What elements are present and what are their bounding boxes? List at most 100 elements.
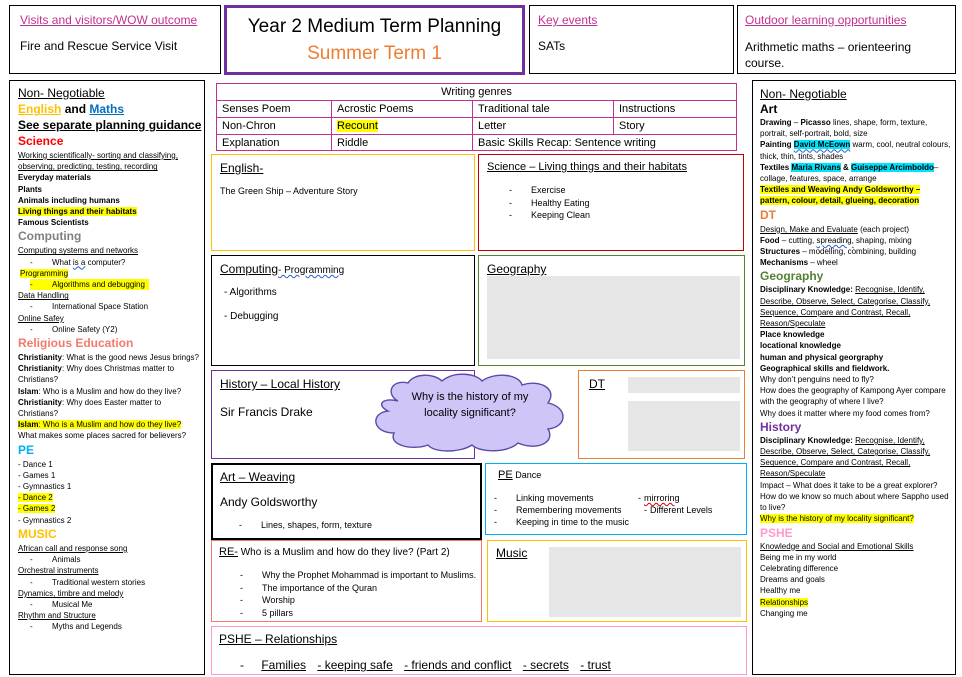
geography-box: Geography: [478, 255, 745, 366]
genre-cell: Non-Chron: [217, 118, 332, 135]
music-placeholder: [549, 547, 741, 617]
pe-item-highlight: - Dance 2: [18, 493, 53, 503]
re-box-item: - Why the Prophet Mohammad is important t…: [240, 570, 477, 580]
music-unit: Orchestral instruments: [18, 566, 99, 576]
pshe-list-item: Healthy me: [760, 586, 801, 596]
science-box-item: - Keeping Clean: [509, 210, 591, 220]
pshe-ks: Knowledge and Social and Emotional Skill…: [760, 541, 914, 551]
genre-cell: Senses Poem: [217, 101, 332, 118]
history-box-body: Sir Francis Drake: [220, 405, 313, 419]
genre-cell: Basic Skills Recap: Sentence writing: [478, 137, 656, 149]
music-sub: - Musical Me: [30, 599, 93, 609]
science-item: Everyday materials: [18, 173, 91, 183]
comp-online: Online Safey: [18, 313, 64, 323]
see-separate: See separate planning guidance: [18, 118, 202, 132]
geo-bold-item: human and physical georgraphy: [760, 352, 884, 362]
pe-box-title: PE Dance: [498, 469, 542, 481]
genre-cell: Acrostic Poems: [332, 101, 473, 118]
pshe-box-items: - Families - keeping safe - friends and …: [240, 658, 611, 672]
science-famous: Famous Scientists: [18, 218, 89, 228]
music-heading: MUSIC: [18, 526, 57, 541]
art-box-artist: Andy Goldsworthy: [220, 495, 318, 509]
art-weaving: Textiles and Weaving Andy Goldsworthy – …: [760, 185, 921, 206]
geography-placeholder: [487, 276, 740, 359]
right-non-negotiable: Non- Negotiable Art Drawing – Picasso li…: [752, 80, 956, 675]
outdoor-title: Outdoor learning opportunities: [745, 13, 907, 27]
page-title: Year 2 Medium Term Planning: [247, 16, 502, 37]
geo-disciplinary: Disciplinary Knowledge: Recognise, Ident…: [760, 285, 931, 329]
comp-systems: Computing systems and networks: [18, 246, 139, 256]
left-non-negotiable: Non- Negotiable English and Maths See se…: [9, 80, 205, 675]
computing-box: Computing- Programming - Algorithms - De…: [211, 255, 475, 366]
pe-box: PE Dance - Linking movements - mirroring -R…: [485, 463, 747, 535]
comp-what: - What is a computer?: [30, 257, 126, 267]
art-box-title: Art – Weaving: [220, 470, 296, 484]
key-events-body: SATs: [538, 39, 566, 53]
pshe-heading: PSHE: [760, 525, 793, 540]
pshe-list-item: Dreams and goals: [760, 575, 825, 585]
his-disciplinary: Disciplinary Knowledge: Recognise, Ident…: [760, 435, 931, 479]
science-box-item: - Exercise: [509, 185, 566, 195]
visitors-title: Visits and visitors/WOW outcome: [20, 13, 198, 27]
his-question: Impact – What does it take to be a great…: [760, 480, 938, 490]
science-heading: Science: [18, 134, 64, 148]
geo-bold-item: locational knowledge: [760, 341, 841, 351]
comp-algorithms: - Algorithms and debugging: [18, 279, 204, 291]
pshe-relationships: Relationships: [760, 597, 809, 607]
genre-cell: Explanation: [217, 135, 332, 151]
music-unit: Rhythm and Structure: [18, 611, 96, 621]
pe-item: - Dance 1: [18, 459, 53, 469]
comp-programming: Programming: [20, 268, 69, 278]
pshe-list-item: Celebrating difference: [760, 563, 839, 573]
geo-question: Why does it matter where my food comes f…: [760, 408, 930, 418]
art-painting: Painting David McEown warm, cool, neutra…: [760, 140, 951, 161]
genre-cell: Riddle: [332, 135, 473, 151]
visitors-body: Fire and Rescue Service Visit: [20, 39, 178, 53]
re-item: Christianity: Why does Christmas matter …: [18, 364, 175, 385]
re-item: Christianity: Why does Easter matter to …: [18, 397, 162, 419]
english-box: English- The Green Ship – Adventure Stor…: [211, 154, 475, 251]
history-heading: History: [760, 419, 802, 434]
re-places: What makes some places sacred for believ…: [18, 431, 187, 441]
re-heading: Religious Education: [18, 336, 134, 351]
pshe-list-item: Being me in my world: [760, 552, 837, 562]
and-label: and: [64, 102, 87, 116]
genres-title: Writing genres: [217, 84, 736, 101]
music-box-title: Music: [496, 546, 528, 560]
right-heading: Non- Negotiable: [760, 87, 847, 101]
dt-food: Food – cutting, spreading, shaping, mixi…: [760, 235, 912, 245]
pshe-box-title: PSHE – Relationships: [219, 632, 338, 646]
pe-item: - Gymnastics 2: [18, 515, 72, 525]
geo-question: Why don’t penguins need to fly?: [760, 375, 874, 385]
genre-cell: Instructions: [614, 101, 736, 118]
dt-box: DT: [578, 370, 745, 459]
music-sub: - Traditional western stories: [30, 577, 146, 587]
geo-question: How does the geography of Kampong Ayer c…: [760, 386, 946, 407]
pshe-item: - secrets: [522, 658, 569, 672]
comp-online-y2: - Online Safety (Y2): [30, 324, 118, 334]
visitors-box: Visits and visitors/WOW outcome Fire and…: [9, 5, 221, 74]
music-sub: - Myths and Legends: [30, 622, 122, 632]
pshe-item: - trust: [580, 658, 611, 672]
outdoor-box: Outdoor learning opportunities Arithmeti…: [737, 5, 956, 74]
re-box: RE- Who is a Muslim and how do they live…: [211, 540, 482, 622]
pe-item: - Games 1: [18, 470, 56, 480]
pshe-item: Families: [261, 658, 307, 672]
re-item: Islam: Who is a Muslim and how do they l…: [18, 386, 182, 396]
re-box-item: - Worship: [240, 595, 295, 605]
pshe-item: - friends and conflict: [404, 658, 512, 672]
cloud-text: Why is the history of my locality signif…: [411, 391, 529, 419]
pe-item: - Gymnastics 1: [18, 482, 72, 492]
music-sub: - Animals: [30, 555, 81, 565]
comp-data: Data Handling: [18, 291, 69, 301]
comp-iss: - International Space Station: [30, 302, 149, 312]
key-events-title: Key events: [538, 13, 598, 27]
music-unit: Dynamics, timbre and melody: [18, 588, 124, 598]
key-events-box: Key events SATs: [529, 5, 734, 74]
science-item: Plants: [18, 184, 43, 194]
dt-placeholder-bottom: [628, 401, 740, 451]
title-box: Year 2 Medium Term Planning Summer Term …: [224, 5, 525, 75]
dt-mechanisms: Mechanisms – wheel: [760, 258, 838, 268]
science-item: Animals including humans: [18, 195, 120, 205]
dt-placeholder-top: [628, 377, 740, 393]
